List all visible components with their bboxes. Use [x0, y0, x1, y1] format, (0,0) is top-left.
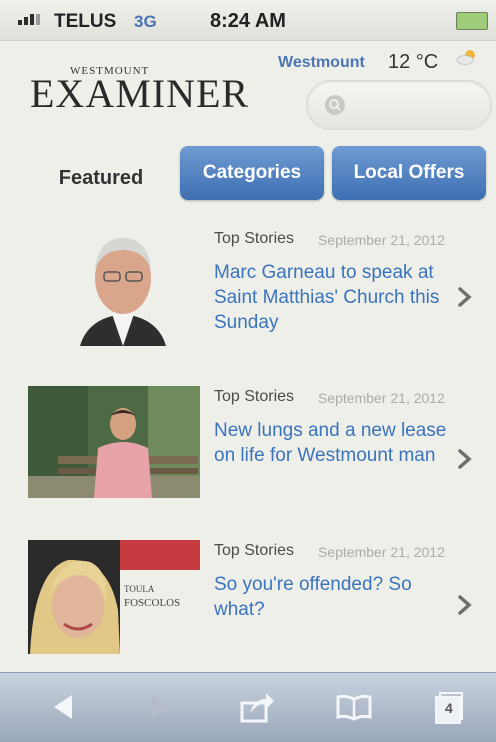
thumb-caption-first: TOULA	[124, 584, 155, 594]
article-section: Top Stories	[214, 230, 295, 247]
back-icon[interactable]	[44, 687, 84, 727]
masthead: WESTMOUNT EXAMINER Westmount 12 °C	[0, 40, 496, 140]
article-headline[interactable]: Marc Garneau to speak at Saint Matthias'…	[214, 260, 454, 335]
forward-icon[interactable]	[140, 687, 180, 727]
tabs-count: 4	[445, 700, 453, 716]
article-item[interactable]: Top Stories September 21, 2012 New lungs…	[0, 366, 496, 518]
article-date: September 21, 2012	[318, 544, 445, 560]
bookmarks-icon[interactable]	[334, 687, 374, 727]
tab-bar: Featured Categories Local Offers	[0, 140, 496, 208]
chevron-right-icon	[458, 595, 472, 615]
article-section: Top Stories	[214, 388, 295, 405]
tab-featured[interactable]: Featured	[36, 160, 166, 196]
clock: 8:24 AM	[210, 10, 286, 32]
article-thumbnail	[28, 386, 200, 498]
article-headline[interactable]: New lungs and a new lease on life for We…	[214, 418, 454, 468]
chevron-right-icon	[458, 449, 472, 469]
search-input[interactable]	[306, 80, 492, 130]
tab-categories[interactable]: Categories	[180, 146, 324, 200]
weather-city[interactable]: Westmount	[278, 54, 365, 72]
article-list: Top Stories September 21, 2012 Marc Garn…	[0, 208, 496, 668]
article-date: September 21, 2012	[318, 390, 445, 406]
tabs-button[interactable]: 4	[430, 687, 470, 727]
share-icon[interactable]	[236, 687, 276, 727]
article-date: September 21, 2012	[318, 232, 445, 248]
article-thumbnail	[78, 226, 168, 346]
browser-toolbar: 4	[0, 672, 496, 742]
partly-sunny-icon	[456, 50, 475, 65]
chevron-right-icon	[458, 287, 472, 307]
status-bar: TELUS 3G 8:24 AM	[0, 0, 496, 41]
article-item[interactable]: Top Stories September 21, 2012 Marc Garn…	[0, 208, 496, 360]
logo[interactable]: EXAMINER	[30, 70, 249, 117]
article-headline[interactable]: So you're offended? So what?	[214, 572, 454, 622]
article-section: Top Stories	[214, 542, 295, 559]
search-icon	[325, 95, 345, 115]
battery-icon	[456, 12, 488, 30]
article-thumbnail: TOULA FOSCOLOS	[28, 540, 200, 654]
weather-temperature: 12 °C	[388, 51, 439, 73]
article-item[interactable]: TOULA FOSCOLOS Top Stories September 21,…	[0, 520, 496, 672]
thumb-caption-last: FOSCOLOS	[124, 597, 180, 609]
tab-local-offers[interactable]: Local Offers	[332, 146, 486, 200]
